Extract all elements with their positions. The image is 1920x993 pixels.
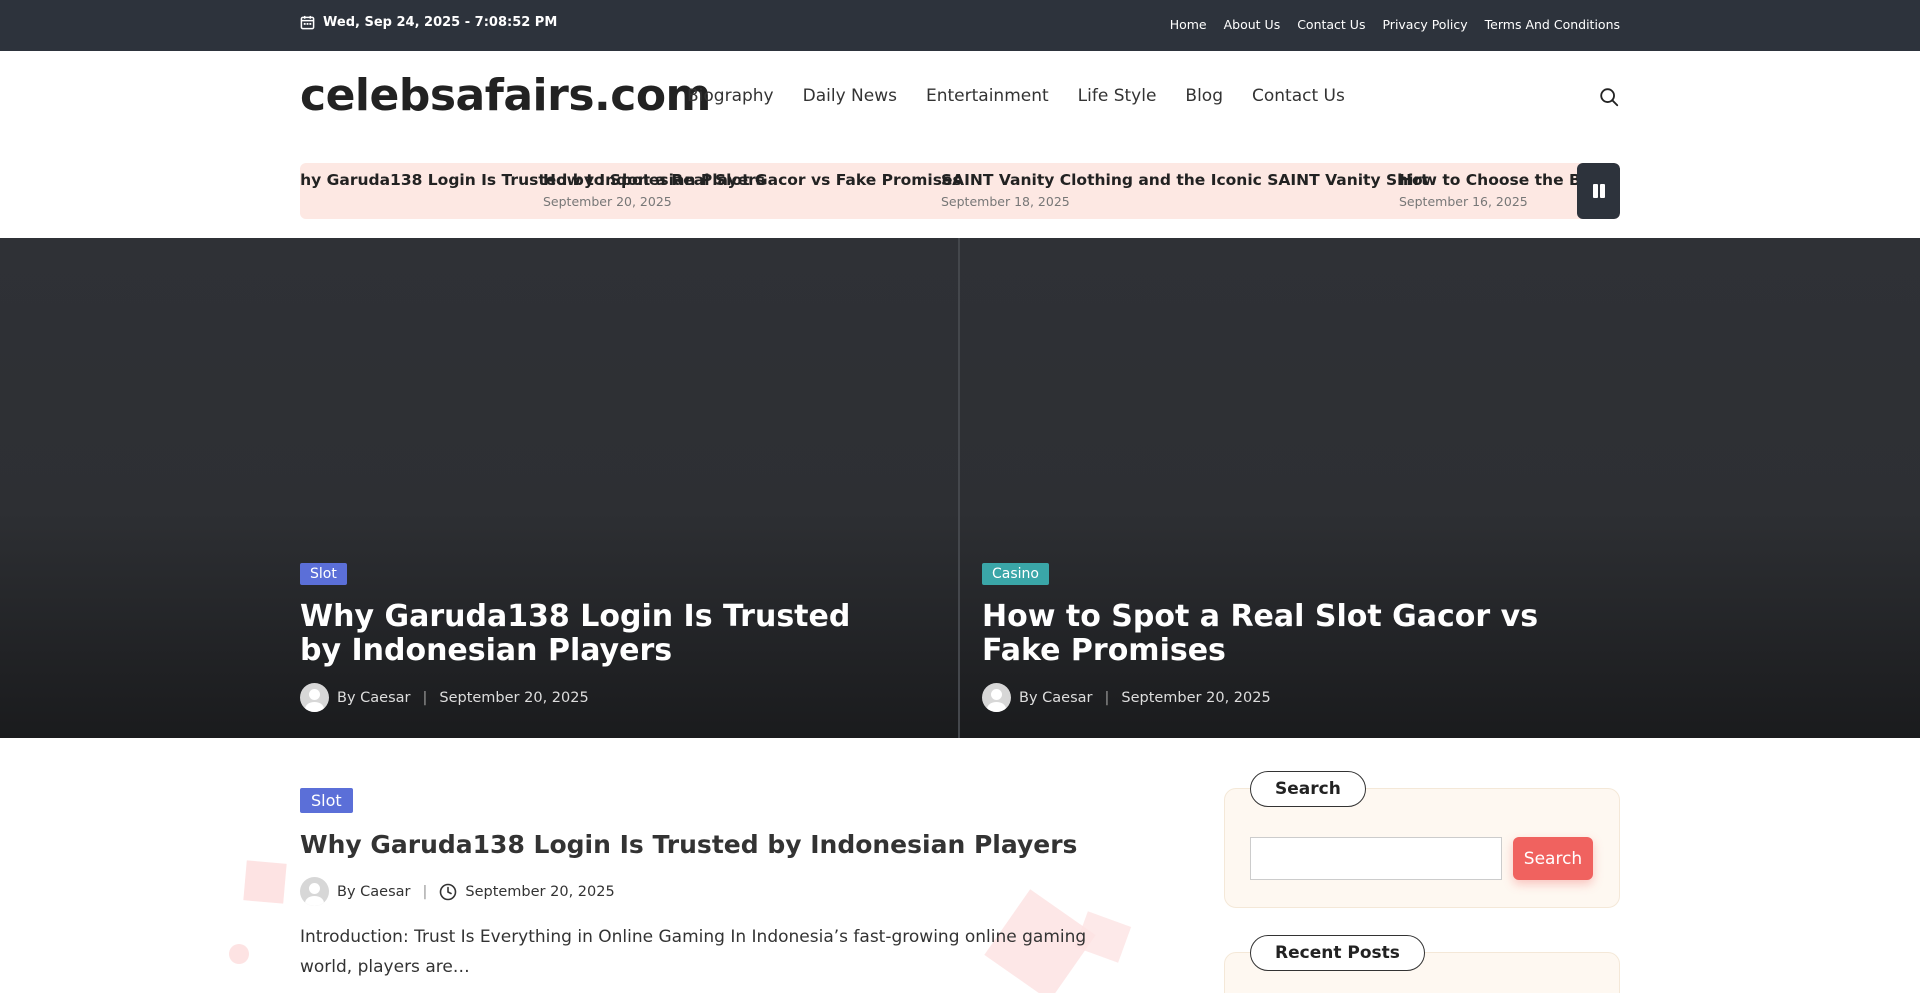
hero-section: Slot Why Garuda138 Login Is Trusted by I… [0,238,1920,738]
hero-divider [958,238,960,738]
hero-right-title[interactable]: How to Spot a Real Slot Gacor vs Fake Pr… [982,600,1542,668]
meta-separator: | [422,689,428,706]
nav-item-entertainment[interactable]: Entertainment [926,86,1049,106]
top-link-terms[interactable]: Terms And Conditions [1485,17,1620,32]
site-logo[interactable]: celebsafairs.com [300,70,711,121]
hero-left-author[interactable]: By Caesar [337,690,410,706]
post-category-badge[interactable]: Slot [300,788,353,813]
top-bar: Wed, Sep 24, 2025 - 7:08:52 PM Home Abou… [0,0,1920,51]
hero-left-meta: By Caesar | September 20, 2025 [300,683,589,712]
main-nav: Biography Daily News Entertainment Life … [687,86,1345,106]
post-title[interactable]: Why Garuda138 Login Is Trusted by Indone… [300,830,1077,859]
calendar-icon [300,15,315,30]
hero-right-category-badge[interactable]: Casino [982,563,1049,585]
avatar[interactable] [300,683,329,712]
ticker-item-title: SAINT Vanity Clothing and the Iconic SAI… [941,171,1429,189]
top-links: Home About Us Contact Us Privacy Policy … [1170,17,1620,32]
avatar[interactable] [300,877,329,906]
post-meta: By Caesar | September 20, 2025 [300,877,615,906]
news-ticker: Why Garuda138 Login Is Trusted by Indone… [300,163,1620,219]
date-time-text: Wed, Sep 24, 2025 - 7:08:52 PM [323,15,558,30]
ticker-pause-button[interactable] [1577,163,1620,219]
hero-right-date[interactable]: September 20, 2025 [1121,690,1270,706]
recent-posts-widget-title: Recent Posts [1250,935,1425,971]
ticker-item-title: How to Spot a Real Slot Gacor vs Fake Pr… [543,171,962,189]
clock-icon [440,883,457,900]
ticker-item[interactable]: SAINT Vanity Clothing and the Iconic SAI… [941,171,1429,209]
ticker-item-date: September 20, 2025 [543,194,672,209]
post-excerpt: Introduction: Trust Is Everything in Onl… [300,927,1087,977]
hero-left-category-badge[interactable]: Slot [300,563,347,585]
search-widget-title: Search [1250,771,1366,807]
meta-separator: | [1104,689,1110,706]
search-icon[interactable] [1598,86,1620,108]
avatar[interactable] [982,683,1011,712]
top-link-home[interactable]: Home [1170,17,1207,32]
top-link-privacy[interactable]: Privacy Policy [1382,17,1467,32]
search-input[interactable] [1250,837,1502,880]
post-author[interactable]: By Caesar [337,884,410,900]
nav-item-daily-news[interactable]: Daily News [803,86,897,106]
post-date[interactable]: September 20, 2025 [465,884,614,900]
nav-item-contact[interactable]: Contact Us [1252,86,1345,106]
top-link-about[interactable]: About Us [1224,17,1281,32]
date-time: Wed, Sep 24, 2025 - 7:08:52 PM [300,15,557,30]
search-button[interactable]: Search [1513,837,1593,880]
ticker-item-date: September 18, 2025 [941,194,1070,209]
ticker-item[interactable]: How to Spot a Real Slot Gacor vs Fake Pr… [543,171,962,209]
nav-item-blog[interactable]: Blog [1185,86,1223,106]
meta-separator: | [422,883,428,900]
top-link-contact[interactable]: Contact Us [1297,17,1365,32]
nav-item-life-style[interactable]: Life Style [1078,86,1157,106]
hero-left-title[interactable]: Why Garuda138 Login Is Trusted by Indone… [300,600,860,668]
hero-left-date[interactable]: September 20, 2025 [439,690,588,706]
nav-item-biography[interactable]: Biography [687,86,774,106]
pause-icon [1592,184,1605,198]
hero-right-meta: By Caesar | September 20, 2025 [982,683,1271,712]
decorative-shape [229,944,249,964]
decorative-shape [243,860,287,904]
hero-right-author[interactable]: By Caesar [1019,690,1092,706]
